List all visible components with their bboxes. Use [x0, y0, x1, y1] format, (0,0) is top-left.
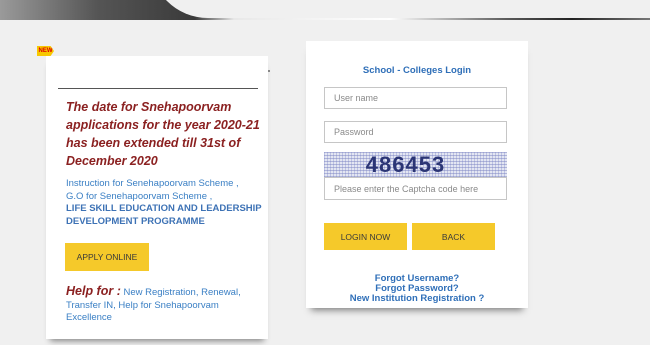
login-title: School - Colleges Login — [362, 65, 472, 76]
notice-text: The date for Snehapoorvam applications f… — [66, 100, 260, 168]
username-input[interactable] — [324, 87, 507, 109]
captcha-image: 486453 — [324, 152, 507, 177]
notice-panel: The date for Snehapoorvam applications f… — [46, 56, 270, 339]
login-panel: School - Colleges Login 486453 LOGIN NOW… — [306, 41, 528, 308]
go-link[interactable]: G.O for Senehapoorvam Scheme , — [66, 191, 266, 204]
captcha-input[interactable] — [324, 177, 507, 200]
captcha-code: 486453 — [365, 152, 446, 177]
login-now-button[interactable]: LOGIN NOW — [324, 223, 407, 250]
header-banner-image — [0, 0, 650, 20]
scheme-links: Instruction for Senehapoorvam Scheme , G… — [66, 178, 266, 228]
life-skill-link[interactable]: LIFE SKILL EDUCATION AND LEADERSHIP DEVE… — [66, 203, 266, 228]
divider — [268, 70, 270, 72]
back-button[interactable]: BACK — [412, 223, 495, 250]
divider — [58, 88, 258, 89]
instruction-link[interactable]: Instruction for Senehapoorvam Scheme , — [66, 178, 266, 191]
help-section: Help for : New Registration, Renewal, Tr… — [66, 285, 266, 325]
password-input[interactable] — [324, 121, 507, 143]
help-label: Help for : — [66, 284, 121, 298]
apply-online-button[interactable]: APPLY ONLINE — [65, 243, 149, 271]
new-institution-registration-link[interactable]: New Institution Registration ? — [306, 294, 528, 304]
new-badge-icon: NEW — [37, 46, 54, 56]
